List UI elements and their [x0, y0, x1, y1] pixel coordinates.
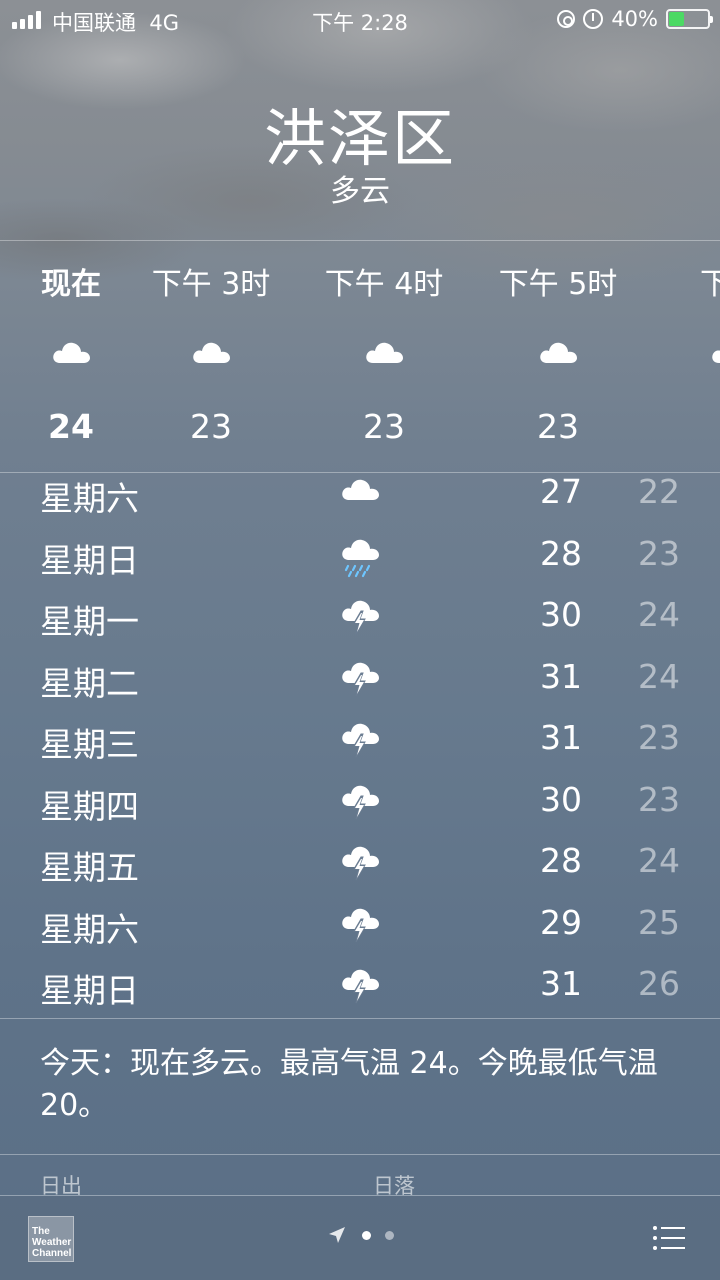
day-name: 星期日: [40, 540, 139, 580]
day-name: 星期日: [40, 971, 139, 1010]
weather-channel-logo[interactable]: The Weather Channel: [28, 1216, 74, 1262]
day-name: 星期四: [40, 786, 139, 826]
thunderstorm-icon: [339, 905, 381, 945]
rain-icon: [339, 536, 381, 578]
day-high-temp: 29: [540, 902, 582, 942]
day-high-temp: 30: [540, 779, 582, 819]
hour-temp: 2: [670, 407, 720, 446]
hour-temp: 23: [537, 407, 579, 446]
cloud-icon: [50, 337, 92, 367]
battery-icon: [666, 9, 713, 29]
day-name: 星期五: [40, 848, 139, 887]
daily-row: 星期三 31 23: [0, 716, 720, 778]
day-low-temp: 25: [638, 902, 680, 942]
day-low-temp: 23: [638, 718, 680, 757]
details-row: 日出 日落: [0, 1156, 720, 1198]
status-right: 40%: [557, 7, 713, 31]
thunderstorm-icon: [339, 843, 381, 883]
day-name: 星期一: [40, 602, 139, 641]
page-dot-current[interactable]: [362, 1231, 371, 1240]
daily-row: 星期一 30 24: [0, 593, 720, 655]
bottom-toolbar: The Weather Channel: [0, 1196, 720, 1280]
day-high-temp: 28: [540, 533, 582, 573]
hour-label: 下午 5时: [498, 267, 618, 302]
hour-temp: 24: [48, 407, 94, 446]
day-high-temp: 31: [540, 718, 582, 757]
thunderstorm-icon: [339, 782, 381, 822]
current-condition: 多云: [330, 174, 390, 209]
daily-row: 星期五 28 24: [0, 839, 720, 901]
day-name: 星期六: [40, 479, 139, 518]
orientation-lock-icon: [557, 10, 576, 28]
location-arrow-icon[interactable]: [327, 1225, 347, 1245]
daily-row: 星期二 31 24: [0, 655, 720, 717]
thunderstorm-icon: [339, 659, 381, 699]
day-name: 星期二: [40, 663, 139, 703]
hour-label: 下午 4时: [324, 267, 444, 302]
summary-section: 今天：现在多云。最高气温 24。今晚最低气温 20。: [0, 1018, 720, 1155]
cloud-icon: [709, 337, 720, 367]
day-high-temp: 31: [540, 656, 582, 696]
thunderstorm-icon: [339, 966, 381, 1006]
cloud-icon: [190, 337, 232, 367]
day-high-temp: 31: [540, 964, 582, 1003]
hour-temp: 23: [190, 407, 232, 446]
day-name: 星期六: [40, 909, 139, 949]
hour-temp: 23: [363, 407, 405, 446]
day-high-temp: 30: [540, 595, 582, 634]
city-name: 洪泽区: [263, 102, 456, 175]
daily-row: 星期日 31 26: [0, 962, 720, 1024]
status-bar: 中国联通 4G 下午 2:28 40%: [0, 0, 720, 40]
day-low-temp: 23: [638, 779, 680, 819]
day-name: 星期三: [40, 725, 139, 764]
day-low-temp: 24: [638, 656, 680, 696]
thunderstorm-icon: [339, 720, 381, 760]
cloud-icon: [363, 337, 405, 367]
cloud-icon: [537, 337, 579, 367]
alarm-icon: [583, 9, 604, 29]
day-high-temp: 28: [540, 841, 582, 880]
hour-label: 下午: [670, 259, 720, 303]
day-low-temp: 24: [638, 841, 680, 880]
battery-percent: 40%: [611, 7, 658, 31]
daily-row: 星期六 29 25: [0, 901, 720, 963]
day-low-temp: 22: [638, 472, 680, 511]
hour-label: 现在: [41, 267, 101, 302]
day-high-temp: 27: [540, 472, 582, 511]
daily-forecast[interactable]: 星期六 27 22 星期日 28 23 星期一 30 24 星期二 31 24 星期三 31 23 星期四 30…: [0, 472, 720, 1018]
battery-level: [669, 12, 685, 26]
day-low-temp: 24: [638, 595, 680, 634]
cloud-icon: [339, 474, 381, 504]
page-dot[interactable]: [385, 1231, 394, 1240]
day-low-temp: 26: [638, 964, 680, 1003]
daily-row: 星期日 28 23: [0, 532, 720, 594]
thunderstorm-icon: [339, 597, 381, 637]
daily-row: 星期六 27 22: [0, 470, 720, 532]
daily-row: 星期四 30 23: [0, 778, 720, 840]
hour-label: 下午 3时: [151, 267, 271, 302]
day-low-temp: 23: [638, 533, 680, 573]
list-icon[interactable]: [652, 1224, 686, 1252]
today-summary: 今天：现在多云。最高气温 24。今晚最低气温 20。: [40, 1046, 658, 1123]
hourly-forecast[interactable]: 现在 24 下午 3时 23 下午 4时 23 下午 5时 23 下午 2: [0, 240, 720, 473]
